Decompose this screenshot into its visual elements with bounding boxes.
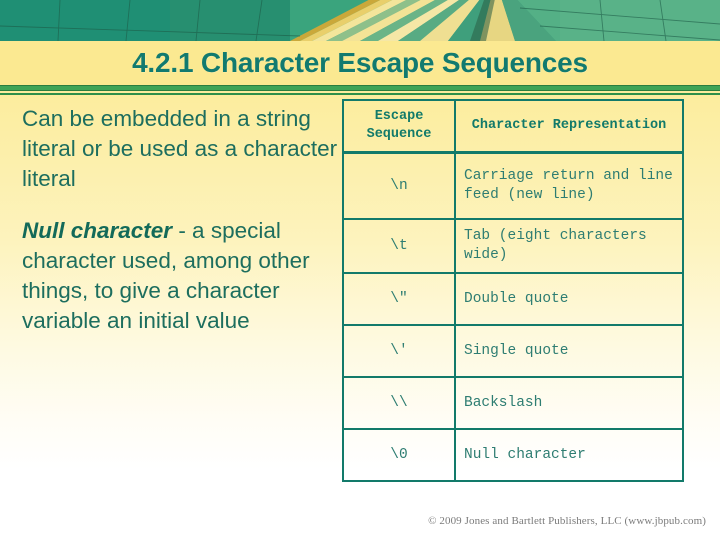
divider xyxy=(0,85,720,96)
column-header-character-representation: Character Representation xyxy=(454,99,684,154)
cell-escape-sequence: \" xyxy=(342,272,456,326)
divider-thin-rule xyxy=(0,93,720,95)
table-row: \n Carriage return and line feed (new li… xyxy=(342,151,684,220)
escape-sequence-table: Escape Sequence Character Representation… xyxy=(342,99,684,482)
cell-escape-sequence: \\ xyxy=(342,376,456,430)
paragraph-embedded: Can be embedded in a string literal or b… xyxy=(22,106,338,191)
page-title: 4.2.1 Character Escape Sequences xyxy=(132,47,588,78)
table-header-row: Escape Sequence Character Representation xyxy=(342,99,684,154)
cell-escape-sequence: \n xyxy=(342,151,456,220)
footer: © 2009 Jones and Bartlett Publishers, LL… xyxy=(0,511,720,529)
body-text-column: Can be embedded in a string literal or b… xyxy=(22,104,340,336)
null-character-emphasis: Null character xyxy=(22,218,173,243)
table-row: \' Single quote xyxy=(342,324,684,378)
title-band: 4.2.1 Character Escape Sequences xyxy=(0,41,720,85)
header-banner-image xyxy=(0,0,720,41)
table-row: \\ Backslash xyxy=(342,376,684,430)
divider-thick-rule xyxy=(0,85,720,91)
paragraph-null-character: Null character - a special character use… xyxy=(22,216,340,336)
balloon-icon xyxy=(0,0,720,41)
cell-character-representation: Tab (eight characters wide) xyxy=(454,218,684,274)
table-row: \t Tab (eight characters wide) xyxy=(342,218,684,274)
cell-character-representation: Carriage return and line feed (new line) xyxy=(454,151,684,220)
copyright-notice: © 2009 Jones and Bartlett Publishers, LL… xyxy=(428,515,706,527)
cell-escape-sequence: \t xyxy=(342,218,456,274)
cell-escape-sequence: \0 xyxy=(342,428,456,482)
table-row: \" Double quote xyxy=(342,272,684,326)
cell-escape-sequence: \' xyxy=(342,324,456,378)
cell-character-representation: Backslash xyxy=(454,376,684,430)
column-header-escape-sequence: Escape Sequence xyxy=(342,99,456,154)
cell-character-representation: Single quote xyxy=(454,324,684,378)
table-row: \0 Null character xyxy=(342,428,684,482)
cell-character-representation: Double quote xyxy=(454,272,684,326)
slide: 4.2.1 Character Escape Sequences Can be … xyxy=(0,0,720,540)
cell-character-representation: Null character xyxy=(454,428,684,482)
